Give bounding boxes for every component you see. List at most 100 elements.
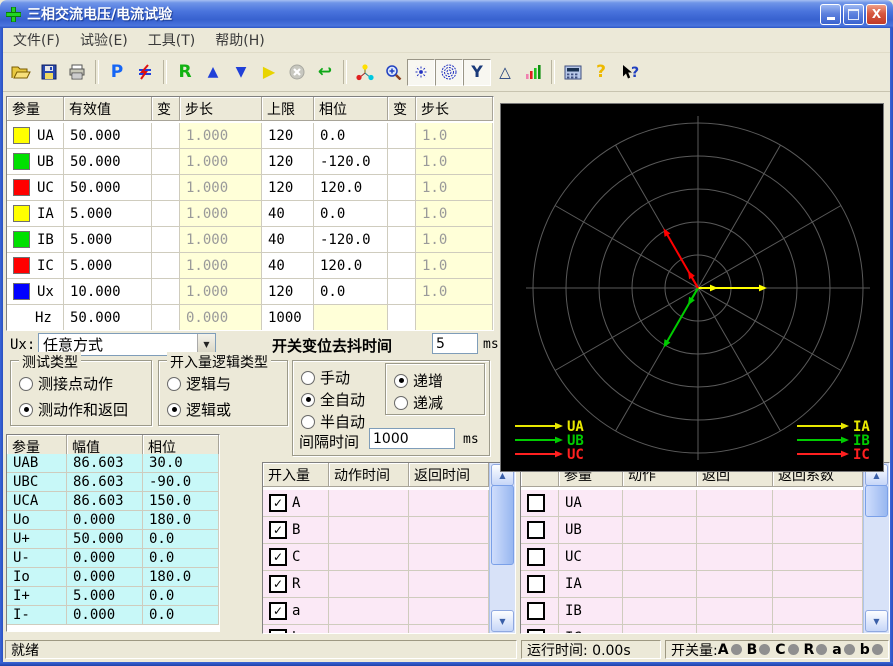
result-checkbox[interactable] bbox=[527, 575, 545, 593]
switch-checkbox[interactable] bbox=[269, 575, 287, 593]
radio-manual[interactable] bbox=[301, 371, 315, 385]
param-phase-cell[interactable]: -120.0 bbox=[314, 227, 388, 253]
param-rms-cell[interactable]: 50.000 bbox=[64, 123, 152, 149]
param-phase-step-cell[interactable]: 1.0 bbox=[416, 279, 493, 305]
param-step-cell[interactable]: 1.000 bbox=[180, 123, 262, 149]
param-phase-step-cell[interactable]: 1.0 bbox=[416, 149, 493, 175]
param-phase-step-cell[interactable]: 1.0 bbox=[416, 201, 493, 227]
param-phase-step-cell[interactable]: 1.0 bbox=[416, 227, 493, 253]
wye-connection-button[interactable]: Y bbox=[463, 59, 491, 86]
radio-full-auto[interactable] bbox=[301, 393, 315, 407]
param-step-cell[interactable]: 1.000 bbox=[180, 149, 262, 175]
radio-logic-or[interactable] bbox=[167, 403, 181, 417]
param-step-cell[interactable]: 1.000 bbox=[180, 175, 262, 201]
param-phase-cell[interactable]: 0.0 bbox=[314, 123, 388, 149]
delta-connection-button[interactable]: △ bbox=[491, 59, 519, 86]
param-var-cell[interactable] bbox=[152, 253, 180, 279]
param-var-cell[interactable] bbox=[152, 305, 180, 331]
param-phase-cell[interactable]: 0.0 bbox=[314, 279, 388, 305]
param-var2-cell[interactable] bbox=[388, 149, 416, 175]
result-checkbox[interactable] bbox=[527, 548, 545, 566]
read-r-button[interactable]: R bbox=[171, 59, 199, 86]
param-phase-cell[interactable] bbox=[314, 305, 388, 331]
interval-input[interactable] bbox=[369, 428, 455, 449]
param-var2-cell[interactable] bbox=[388, 305, 416, 331]
param-p-button[interactable]: P bbox=[103, 59, 131, 86]
switch-checkbox[interactable] bbox=[269, 521, 287, 539]
save-button[interactable] bbox=[35, 59, 63, 86]
print-button[interactable] bbox=[63, 59, 91, 86]
calculator-button[interactable] bbox=[559, 59, 587, 86]
param-limit-cell[interactable]: 40 bbox=[262, 201, 314, 227]
help-button[interactable]: ? bbox=[587, 59, 615, 86]
param-rms-cell[interactable]: 5.000 bbox=[64, 253, 152, 279]
radio-contact-action[interactable] bbox=[19, 377, 33, 391]
param-rms-cell[interactable]: 5.000 bbox=[64, 227, 152, 253]
param-var2-cell[interactable] bbox=[388, 201, 416, 227]
radio-logic-and[interactable] bbox=[167, 377, 181, 391]
stop-test-button[interactable] bbox=[283, 59, 311, 86]
raise-button[interactable]: ▲ bbox=[199, 59, 227, 86]
maximize-button[interactable] bbox=[843, 4, 864, 25]
switch-table-scrollbar[interactable]: ▲▼ bbox=[489, 463, 515, 633]
param-var-cell[interactable] bbox=[152, 227, 180, 253]
result-table-scrollbar-thumb[interactable] bbox=[865, 485, 888, 517]
bar-graph-button[interactable] bbox=[519, 59, 547, 86]
switch-checkbox[interactable] bbox=[269, 548, 287, 566]
switch-table-scrollbar-down-icon[interactable]: ▼ bbox=[491, 610, 514, 632]
menu-item-0[interactable]: 文件(F) bbox=[3, 28, 70, 52]
param-phase-step-cell[interactable]: 1.0 bbox=[416, 175, 493, 201]
param-phase-cell[interactable]: -120.0 bbox=[314, 149, 388, 175]
param-step-cell[interactable]: 1.000 bbox=[180, 253, 262, 279]
result-checkbox[interactable] bbox=[527, 494, 545, 512]
param-step-cell[interactable]: 1.000 bbox=[180, 227, 262, 253]
result-checkbox[interactable] bbox=[527, 521, 545, 539]
debounce-input[interactable] bbox=[432, 333, 478, 354]
switch-checkbox[interactable] bbox=[269, 629, 287, 634]
param-var2-cell[interactable] bbox=[388, 253, 416, 279]
param-phase-cell[interactable]: 120.0 bbox=[314, 175, 388, 201]
param-var-cell[interactable] bbox=[152, 149, 180, 175]
polar-grid-button[interactable] bbox=[435, 59, 463, 86]
param-var2-cell[interactable] bbox=[388, 227, 416, 253]
param-var2-cell[interactable] bbox=[388, 175, 416, 201]
switch-checkbox[interactable] bbox=[269, 494, 287, 512]
radio-decrement[interactable] bbox=[394, 396, 408, 410]
switch-table-scrollbar-thumb[interactable] bbox=[491, 485, 514, 565]
param-limit-cell[interactable]: 40 bbox=[262, 253, 314, 279]
param-var-cell[interactable] bbox=[152, 279, 180, 305]
param-limit-cell[interactable]: 120 bbox=[262, 279, 314, 305]
menu-item-3[interactable]: 帮助(H) bbox=[205, 28, 274, 52]
param-var-cell[interactable] bbox=[152, 123, 180, 149]
menu-item-2[interactable]: 工具(T) bbox=[138, 28, 205, 52]
param-rms-cell[interactable]: 50.000 bbox=[64, 175, 152, 201]
radio-action-return[interactable] bbox=[19, 403, 33, 417]
minimize-button[interactable] bbox=[820, 4, 841, 25]
param-limit-cell[interactable]: 120 bbox=[262, 123, 314, 149]
rays-view-button[interactable] bbox=[407, 59, 435, 86]
start-test-button[interactable]: ▶ bbox=[255, 59, 283, 86]
result-checkbox[interactable] bbox=[527, 602, 545, 620]
result-table-scrollbar-down-icon[interactable]: ▼ bbox=[865, 610, 888, 632]
context-help-button[interactable]: ? bbox=[615, 59, 643, 86]
result-table-scrollbar[interactable]: ▲▼ bbox=[863, 463, 889, 633]
param-phase-cell[interactable]: 120.0 bbox=[314, 253, 388, 279]
param-rms-cell[interactable]: 50.000 bbox=[64, 305, 152, 331]
param-var2-cell[interactable] bbox=[388, 123, 416, 149]
param-limit-cell[interactable]: 1000 bbox=[262, 305, 314, 331]
radio-increment[interactable] bbox=[394, 374, 408, 388]
param-phase-step-cell[interactable]: 1.0 bbox=[416, 123, 493, 149]
param-var2-cell[interactable] bbox=[388, 279, 416, 305]
param-phase-step-cell[interactable] bbox=[416, 305, 493, 331]
param-step-cell[interactable]: 0.000 bbox=[180, 305, 262, 331]
zoom-in-button[interactable] bbox=[379, 59, 407, 86]
switch-checkbox[interactable] bbox=[269, 602, 287, 620]
radio-semi-auto[interactable] bbox=[301, 415, 315, 429]
lower-button[interactable]: ▼ bbox=[227, 59, 255, 86]
phasor-view-button[interactable] bbox=[351, 59, 379, 86]
param-limit-cell[interactable]: 120 bbox=[262, 175, 314, 201]
param-rms-cell[interactable]: 5.000 bbox=[64, 201, 152, 227]
close-button[interactable]: X bbox=[866, 4, 887, 25]
param-rms-cell[interactable]: 50.000 bbox=[64, 149, 152, 175]
output-off-button[interactable] bbox=[131, 59, 159, 86]
